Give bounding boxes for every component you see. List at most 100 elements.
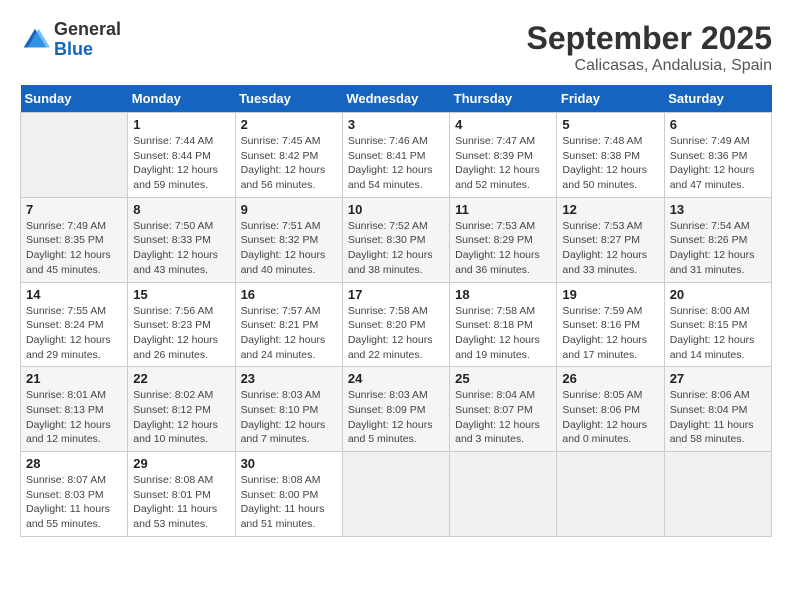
day-cell: 22 Sunrise: 8:02 AM Sunset: 8:12 PM Dayli… (128, 367, 235, 452)
day-cell: 24 Sunrise: 8:03 AM Sunset: 8:09 PM Dayli… (342, 367, 449, 452)
header-day-thursday: Thursday (450, 85, 557, 113)
day-number: 15 (133, 287, 229, 302)
logo: General Blue (20, 20, 121, 60)
day-cell: 30 Sunrise: 8:08 AM Sunset: 8:00 PM Dayli… (235, 452, 342, 537)
day-number: 24 (348, 371, 444, 386)
day-number: 10 (348, 202, 444, 217)
day-cell: 14Sunrise: 7:55 AM Sunset: 8:24 PM Dayli… (21, 282, 128, 367)
day-number: 4 (455, 117, 551, 132)
day-info: Sunrise: 8:03 AM Sunset: 8:09 PM Dayligh… (348, 388, 444, 447)
day-cell: 13 Sunrise: 7:54 AM Sunset: 8:26 PM Dayli… (664, 197, 771, 282)
day-number: 6 (670, 117, 766, 132)
day-cell: 1 Sunrise: 7:44 AM Sunset: 8:44 PM Daylig… (128, 113, 235, 198)
day-info: Sunrise: 8:01 AM Sunset: 8:13 PM Dayligh… (26, 388, 122, 447)
day-info: Sunrise: 7:49 AM Sunset: 8:36 PM Dayligh… (670, 134, 766, 193)
day-cell: 19 Sunrise: 7:59 AM Sunset: 8:16 PM Dayli… (557, 282, 664, 367)
calendar-header: SundayMondayTuesdayWednesdayThursdayFrid… (21, 85, 772, 113)
calendar-subtitle: Calicasas, Andalusia, Spain (527, 57, 772, 75)
calendar-title: September 2025 (527, 20, 772, 57)
header-day-sunday: Sunday (21, 85, 128, 113)
day-info: Sunrise: 8:07 AM Sunset: 8:03 PM Dayligh… (26, 473, 122, 532)
day-info: Sunrise: 7:45 AM Sunset: 8:42 PM Dayligh… (241, 134, 337, 193)
day-cell: 25Sunrise: 8:04 AM Sunset: 8:07 PM Dayli… (450, 367, 557, 452)
day-info: Sunrise: 8:05 AM Sunset: 8:06 PM Dayligh… (562, 388, 658, 447)
day-cell (342, 452, 449, 537)
day-number: 21 (26, 371, 122, 386)
week-row-4: 21 Sunrise: 8:01 AM Sunset: 8:13 PM Dayli… (21, 367, 772, 452)
day-info: Sunrise: 7:54 AM Sunset: 8:26 PM Dayligh… (670, 219, 766, 278)
header-day-saturday: Saturday (664, 85, 771, 113)
logo-general: General (54, 20, 121, 40)
title-area: September 2025 Calicasas, Andalusia, Spa… (527, 20, 772, 75)
day-cell: 4 Sunrise: 7:47 AM Sunset: 8:39 PM Daylig… (450, 113, 557, 198)
day-info: Sunrise: 8:06 AM Sunset: 8:04 PM Dayligh… (670, 388, 766, 447)
day-number: 8 (133, 202, 229, 217)
day-cell: 8Sunrise: 7:50 AM Sunset: 8:33 PM Daylig… (128, 197, 235, 282)
day-number: 17 (348, 287, 444, 302)
header-day-tuesday: Tuesday (235, 85, 342, 113)
day-info: Sunrise: 7:46 AM Sunset: 8:41 PM Dayligh… (348, 134, 444, 193)
day-number: 19 (562, 287, 658, 302)
day-info: Sunrise: 7:44 AM Sunset: 8:44 PM Dayligh… (133, 134, 229, 193)
day-number: 20 (670, 287, 766, 302)
day-cell: 15 Sunrise: 7:56 AM Sunset: 8:23 PM Dayli… (128, 282, 235, 367)
day-cell: 21 Sunrise: 8:01 AM Sunset: 8:13 PM Dayli… (21, 367, 128, 452)
day-number: 1 (133, 117, 229, 132)
day-cell: 17 Sunrise: 7:58 AM Sunset: 8:20 PM Dayli… (342, 282, 449, 367)
day-cell: 3 Sunrise: 7:46 AM Sunset: 8:41 PM Daylig… (342, 113, 449, 198)
day-info: Sunrise: 8:08 AM Sunset: 8:00 PM Dayligh… (241, 473, 337, 532)
day-cell: 12Sunrise: 7:53 AM Sunset: 8:27 PM Dayli… (557, 197, 664, 282)
logo-icon (20, 25, 50, 55)
day-cell: 5 Sunrise: 7:48 AM Sunset: 8:38 PM Daylig… (557, 113, 664, 198)
day-cell: 18 Sunrise: 7:58 AM Sunset: 8:18 PM Dayli… (450, 282, 557, 367)
logo-blue: Blue (54, 40, 121, 60)
day-cell (450, 452, 557, 537)
day-number: 25 (455, 371, 551, 386)
day-number: 30 (241, 456, 337, 471)
day-info: Sunrise: 7:59 AM Sunset: 8:16 PM Dayligh… (562, 304, 658, 363)
header-day-wednesday: Wednesday (342, 85, 449, 113)
day-info: Sunrise: 7:52 AM Sunset: 8:30 PM Dayligh… (348, 219, 444, 278)
day-cell: 26Sunrise: 8:05 AM Sunset: 8:06 PM Dayli… (557, 367, 664, 452)
day-number: 3 (348, 117, 444, 132)
calendar-table: SundayMondayTuesdayWednesdayThursdayFrid… (20, 85, 772, 537)
day-info: Sunrise: 7:49 AM Sunset: 8:35 PM Dayligh… (26, 219, 122, 278)
day-cell (21, 113, 128, 198)
day-info: Sunrise: 7:51 AM Sunset: 8:32 PM Dayligh… (241, 219, 337, 278)
header-day-monday: Monday (128, 85, 235, 113)
day-cell: 27 Sunrise: 8:06 AM Sunset: 8:04 PM Dayli… (664, 367, 771, 452)
week-row-3: 14Sunrise: 7:55 AM Sunset: 8:24 PM Dayli… (21, 282, 772, 367)
day-number: 5 (562, 117, 658, 132)
day-info: Sunrise: 7:53 AM Sunset: 8:29 PM Dayligh… (455, 219, 551, 278)
logo-text: General Blue (54, 20, 121, 60)
header: General Blue September 2025 Calicasas, A… (20, 20, 772, 75)
day-cell: 7 Sunrise: 7:49 AM Sunset: 8:35 PM Daylig… (21, 197, 128, 282)
day-info: Sunrise: 7:55 AM Sunset: 8:24 PM Dayligh… (26, 304, 122, 363)
calendar-body: 1 Sunrise: 7:44 AM Sunset: 8:44 PM Daylig… (21, 113, 772, 537)
day-number: 7 (26, 202, 122, 217)
day-cell: 9Sunrise: 7:51 AM Sunset: 8:32 PM Daylig… (235, 197, 342, 282)
day-number: 2 (241, 117, 337, 132)
day-info: Sunrise: 7:58 AM Sunset: 8:20 PM Dayligh… (348, 304, 444, 363)
day-number: 27 (670, 371, 766, 386)
week-row-5: 28Sunrise: 8:07 AM Sunset: 8:03 PM Dayli… (21, 452, 772, 537)
day-number: 23 (241, 371, 337, 386)
day-info: Sunrise: 7:58 AM Sunset: 8:18 PM Dayligh… (455, 304, 551, 363)
day-number: 22 (133, 371, 229, 386)
day-info: Sunrise: 8:02 AM Sunset: 8:12 PM Dayligh… (133, 388, 229, 447)
day-cell: 28Sunrise: 8:07 AM Sunset: 8:03 PM Dayli… (21, 452, 128, 537)
day-number: 13 (670, 202, 766, 217)
day-cell (664, 452, 771, 537)
day-number: 16 (241, 287, 337, 302)
day-info: Sunrise: 8:03 AM Sunset: 8:10 PM Dayligh… (241, 388, 337, 447)
day-info: Sunrise: 7:56 AM Sunset: 8:23 PM Dayligh… (133, 304, 229, 363)
header-day-friday: Friday (557, 85, 664, 113)
day-number: 18 (455, 287, 551, 302)
week-row-1: 1 Sunrise: 7:44 AM Sunset: 8:44 PM Daylig… (21, 113, 772, 198)
day-cell: 11 Sunrise: 7:53 AM Sunset: 8:29 PM Dayli… (450, 197, 557, 282)
day-cell: 10 Sunrise: 7:52 AM Sunset: 8:30 PM Dayli… (342, 197, 449, 282)
day-cell: 20Sunrise: 8:00 AM Sunset: 8:15 PM Dayli… (664, 282, 771, 367)
day-info: Sunrise: 7:48 AM Sunset: 8:38 PM Dayligh… (562, 134, 658, 193)
day-info: Sunrise: 7:47 AM Sunset: 8:39 PM Dayligh… (455, 134, 551, 193)
day-number: 11 (455, 202, 551, 217)
